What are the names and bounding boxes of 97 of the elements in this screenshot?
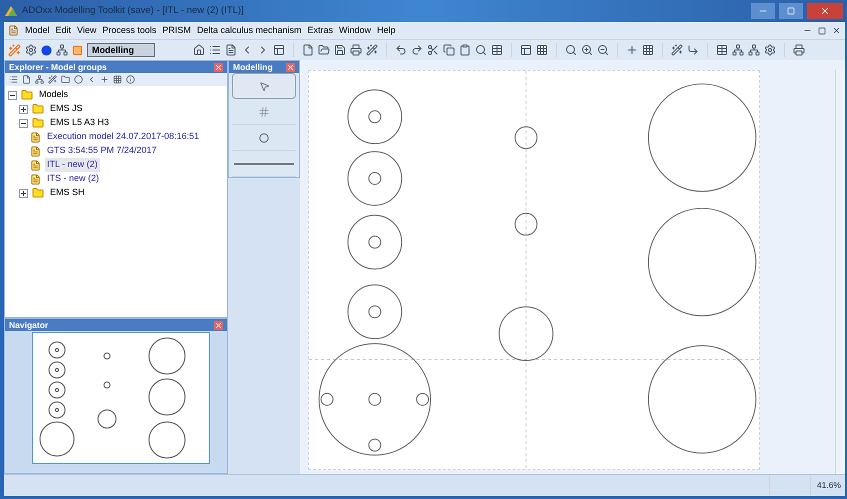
grid-icon[interactable] xyxy=(642,44,654,56)
restore-icon[interactable] xyxy=(818,26,826,34)
search-icon[interactable] xyxy=(475,44,487,56)
tree-icon[interactable] xyxy=(732,44,744,56)
folder-icon xyxy=(32,187,44,199)
panel-title: Modelling xyxy=(233,60,273,74)
wand-icon[interactable] xyxy=(671,44,683,56)
redo-icon[interactable] xyxy=(411,44,423,56)
hierarchy-icon[interactable] xyxy=(56,44,68,56)
panel-title: Navigator xyxy=(9,318,48,332)
copy-icon[interactable] xyxy=(443,44,455,56)
printer-icon[interactable] xyxy=(793,44,805,56)
grid-icon xyxy=(258,106,270,118)
tree-icon[interactable] xyxy=(748,44,760,56)
nested-circle-drawing xyxy=(347,151,402,206)
close-icon[interactable] xyxy=(832,26,841,35)
print-icon[interactable] xyxy=(350,44,362,56)
folder-icon[interactable] xyxy=(61,75,70,84)
tree-item[interactable]: EMS JS xyxy=(48,102,85,116)
page-icon[interactable] xyxy=(22,75,31,84)
search-icon[interactable] xyxy=(565,44,577,56)
tree-item[interactable]: Models xyxy=(37,88,70,102)
menu-item[interactable]: Delta calculus mechanism xyxy=(196,24,302,38)
wand-icon[interactable] xyxy=(48,75,57,84)
maximize-button[interactable] xyxy=(779,3,803,19)
table-icon[interactable] xyxy=(716,44,728,56)
layout-icon[interactable] xyxy=(520,44,532,56)
grid-icon[interactable] xyxy=(536,44,548,56)
model-icon xyxy=(30,132,41,142)
zoom-out-icon[interactable] xyxy=(597,44,609,56)
plus-icon[interactable] xyxy=(100,75,109,84)
close-icon xyxy=(820,6,830,16)
tree-item[interactable]: ITL - new (2) xyxy=(45,158,100,172)
menu-item[interactable]: Edit xyxy=(56,24,72,38)
maximize-icon xyxy=(787,7,795,15)
grid-icon[interactable] xyxy=(113,75,122,84)
menu-item[interactable]: Extras xyxy=(307,24,333,38)
circle-shape xyxy=(514,126,538,150)
window-title: ADOxx Modelling Toolkit (save) - [ITL - new (2) (ITL)] xyxy=(22,4,244,18)
document-icon[interactable] xyxy=(225,44,237,56)
menu-item[interactable]: PRISM xyxy=(162,24,191,38)
ball-icon[interactable] xyxy=(41,44,52,56)
tree-item[interactable]: Execution model 24.07.2017-08:16:51 xyxy=(45,130,202,144)
window-icon[interactable] xyxy=(273,44,285,56)
mode-selector[interactable]: Modelling xyxy=(87,43,155,57)
tree-item[interactable]: ITS - new (2) xyxy=(45,172,102,186)
document-icon xyxy=(8,25,19,36)
menu-item[interactable]: Window xyxy=(339,24,372,38)
close-button[interactable] xyxy=(807,3,843,19)
zoom-level: 41.6% xyxy=(816,479,842,492)
folder-icon[interactable] xyxy=(318,44,330,56)
wand-icon[interactable] xyxy=(366,44,378,56)
model-icon xyxy=(30,146,41,156)
scrollbar[interactable] xyxy=(835,70,845,474)
folder-icon xyxy=(21,89,33,101)
expand-icon[interactable] xyxy=(87,75,96,84)
cut-icon[interactable] xyxy=(427,44,439,56)
snap-icon[interactable] xyxy=(626,44,638,56)
paste-icon[interactable] xyxy=(459,44,471,56)
tree-item[interactable]: GTS 3:54:55 PM 7/24/2017 xyxy=(45,144,159,158)
zoom-in-icon[interactable] xyxy=(581,44,593,56)
expander-icon[interactable] xyxy=(19,118,28,128)
line-icon xyxy=(234,162,294,164)
pointer-icon xyxy=(258,80,270,92)
menu-item[interactable]: Help xyxy=(377,24,396,38)
model-icon xyxy=(30,160,41,170)
expander-icon[interactable] xyxy=(19,104,28,114)
tree-item[interactable]: EMS SH xyxy=(48,186,87,200)
menu-item[interactable]: Process tools xyxy=(102,24,156,38)
gear-icon[interactable] xyxy=(25,44,37,56)
tree-icon[interactable] xyxy=(35,75,44,84)
folder-icon xyxy=(32,117,44,129)
home-icon[interactable] xyxy=(193,44,205,56)
nested-circle-drawing xyxy=(347,284,402,340)
info-icon[interactable] xyxy=(126,75,135,84)
expander-icon[interactable] xyxy=(8,90,17,100)
circle-icon[interactable] xyxy=(74,75,83,84)
panel-title: Explorer - Model groups xyxy=(9,60,107,74)
menu-item[interactable]: View xyxy=(77,24,96,38)
circle-shape xyxy=(498,306,554,362)
table-icon[interactable] xyxy=(491,44,503,56)
nested-circle-drawing xyxy=(347,214,402,270)
menu-item[interactable]: Model xyxy=(25,24,50,38)
tree-item[interactable]: EMS L5 A3 H3 xyxy=(48,116,112,130)
nested-circle-drawing xyxy=(347,89,402,144)
folder-icon xyxy=(32,103,44,115)
save-icon[interactable] xyxy=(334,44,346,56)
expander-icon[interactable] xyxy=(19,188,28,198)
circle-icon xyxy=(259,132,269,142)
model-icon xyxy=(30,174,41,184)
new-file-icon[interactable] xyxy=(302,44,314,56)
settings-icon[interactable] xyxy=(764,44,776,56)
list-icon[interactable] xyxy=(9,75,18,84)
connector-icon[interactable] xyxy=(687,44,699,56)
app-logo-icon xyxy=(4,5,18,17)
circle-shape xyxy=(514,212,538,236)
undo-icon[interactable] xyxy=(395,44,407,56)
